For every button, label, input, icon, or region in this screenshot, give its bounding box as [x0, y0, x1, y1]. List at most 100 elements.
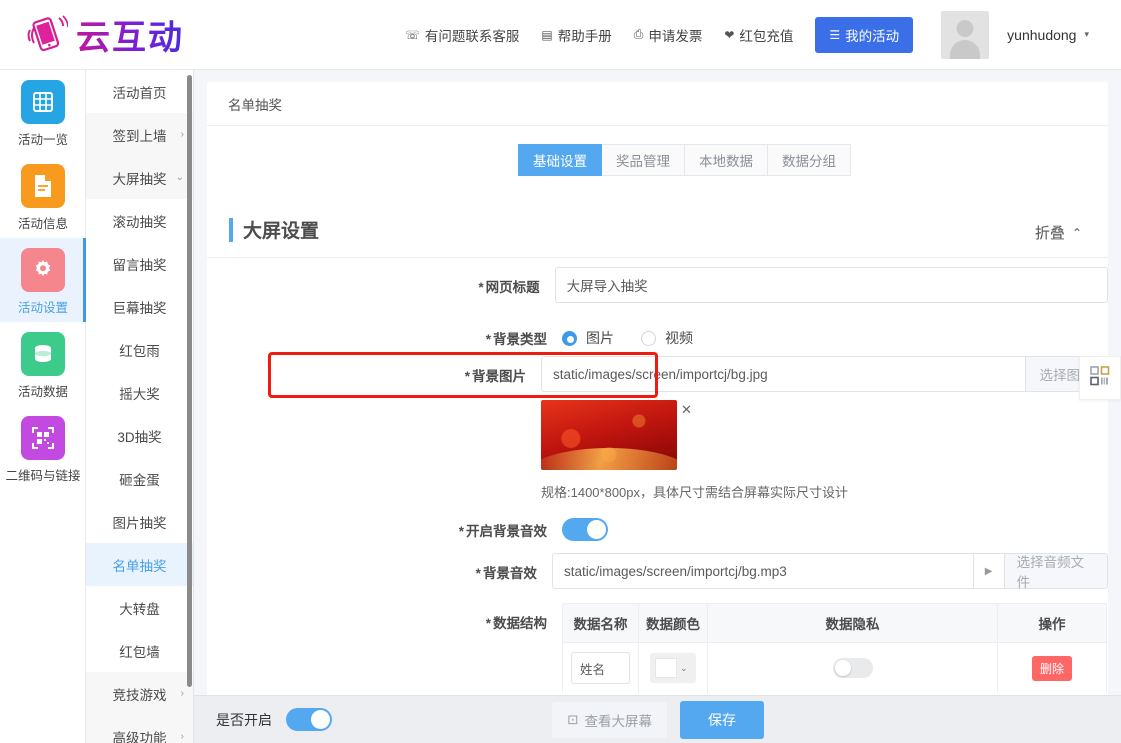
nav-redpacket-recharge[interactable]: ❤ 红包充值 — [724, 25, 793, 45]
menu-item-12[interactable]: 大转盘 — [86, 586, 193, 629]
row-color-picker[interactable]: ⌄ — [650, 653, 696, 683]
sidebar-scrollbar[interactable] — [187, 75, 192, 687]
gear-icon — [21, 248, 65, 292]
menu-item-8[interactable]: 3D抽奖 — [86, 414, 193, 457]
chevron-down-icon: ⌄ — [680, 663, 688, 674]
required-asterisk: * — [486, 616, 491, 631]
avatar[interactable] — [941, 11, 989, 59]
sidebar-item-label: 二维码与链接 — [0, 465, 86, 484]
save-button[interactable]: 保存 — [680, 701, 764, 739]
menu-item-1[interactable]: 签到上墙 › — [86, 113, 193, 156]
menu-item-label: 高级功能 — [113, 727, 167, 743]
radio-video[interactable] — [641, 331, 656, 346]
tab-bar: 基础设置 奖品管理 本地数据 数据分组 — [518, 144, 851, 176]
menu-item-2[interactable]: 大屏抽奖 ⌄ — [86, 156, 193, 199]
printer-icon: ⎙ — [634, 27, 644, 42]
menu-item-9[interactable]: 砸金蛋 — [86, 457, 193, 500]
menu-item-label: 竞技游戏 — [113, 684, 167, 704]
field-page-title: *网页标题 大屏导入抽奖 — [207, 267, 1108, 303]
chevron-right-icon: › — [181, 129, 184, 140]
menu-item-label: 摇大奖 — [119, 383, 160, 403]
book-icon: ▤ — [541, 28, 552, 42]
menu-item-5[interactable]: 巨幕抽奖 — [86, 285, 193, 328]
tab-local-data[interactable]: 本地数据 — [685, 144, 768, 176]
bg-audio-input-group: static/images/screen/importcj/bg.mp3 ▶ 选… — [552, 553, 1108, 589]
field-data-structure: *数据结构 数据名称 数据颜色 数据隐私 操作 姓名 — [207, 603, 1108, 692]
page-title-input[interactable]: 大屏导入抽奖 — [555, 267, 1108, 303]
fold-toggle[interactable]: 折叠 ⌃ — [1035, 222, 1082, 243]
section-title-label: 大屏设置 — [243, 216, 319, 243]
menu-item-7[interactable]: 摇大奖 — [86, 371, 193, 414]
sidebar-item-activity-data[interactable]: 活动数据 — [0, 322, 86, 406]
table-header-row: 数据名称 数据颜色 数据隐私 操作 — [563, 604, 1106, 642]
menu-item-3[interactable]: 滚动抽奖 — [86, 199, 193, 242]
chevron-down-icon: ⌄ — [176, 172, 184, 183]
username-label: yunhudong — [1007, 27, 1076, 43]
menu-item-label: 红包雨 — [119, 340, 160, 360]
nav-contact-support[interactable]: ☏ 有问题联系客服 — [405, 25, 520, 45]
tab-basic-settings[interactable]: 基础设置 — [518, 144, 602, 176]
label-text: 背景图片 — [472, 369, 526, 384]
field-label: *背景图片 — [207, 356, 541, 385]
sidebar-item-label: 活动设置 — [0, 297, 86, 316]
nav-help-manual[interactable]: ▤ 帮助手册 — [541, 25, 611, 45]
required-asterisk: * — [476, 566, 481, 581]
menu-item-label: 滚动抽奖 — [113, 211, 167, 231]
menu-item-4[interactable]: 留言抽奖 — [86, 242, 193, 285]
section-accent-bar — [229, 218, 233, 242]
field-label: *开启背景音效 — [207, 511, 562, 540]
qrcode-float-button[interactable] — [1079, 356, 1121, 400]
nav-label: 申请发票 — [648, 25, 702, 45]
shield-icon: ❤ — [724, 28, 734, 42]
play-icon[interactable]: ▶ — [973, 553, 1004, 589]
remove-image-icon[interactable]: ✕ — [681, 402, 692, 418]
column-header-action: 操作 — [998, 604, 1106, 642]
settings-card: 名单抽奖 基础设置 奖品管理 本地数据 数据分组 大屏设置 折叠 ⌃ *网页标题… — [207, 82, 1108, 697]
menu-item-label: 名单抽奖 — [113, 555, 167, 575]
field-label: *背景类型 — [207, 319, 562, 348]
my-activity-button[interactable]: ☰ 我的活动 — [815, 17, 913, 53]
menu-item-11[interactable]: 名单抽奖 — [86, 543, 193, 586]
sidebar-item-activity-overview[interactable]: 活动一览 — [0, 70, 86, 154]
menu-item-15[interactable]: 高级功能 › — [86, 715, 193, 743]
tab-prize-management[interactable]: 奖品管理 — [602, 144, 685, 176]
bg-image-spec-text: 规格:1400*800px，具体尺寸需结合屏幕实际尺寸设计 — [541, 482, 1108, 501]
field-bg-type: *背景类型 图片 视频 — [207, 319, 1108, 348]
logo-text: 云互动 — [76, 10, 184, 59]
view-screen-button[interactable]: ⊡ 查看大屏幕 — [552, 702, 667, 738]
chevron-right-icon: › — [181, 731, 184, 742]
bg-image-thumbnail — [541, 400, 677, 470]
enable-toggle[interactable] — [286, 708, 332, 731]
menu-item-label: 签到上墙 — [113, 125, 167, 145]
required-asterisk: * — [459, 524, 464, 539]
field-label: *背景音效 — [207, 553, 552, 582]
sidebar-item-activity-settings[interactable]: 活动设置 — [0, 238, 86, 322]
app-header: 云互动 ☏ 有问题联系客服 ▤ 帮助手册 ⎙ 申请发票 ❤ 红包充值 ☰ 我的活… — [0, 0, 1121, 70]
bg-image-input[interactable]: static/images/screen/importcj/bg.jpg — [541, 356, 1025, 392]
menu-item-0[interactable]: 活动首页 — [86, 70, 193, 113]
row-privacy-toggle[interactable] — [833, 658, 873, 678]
view-screen-label: 查看大屏幕 — [585, 710, 653, 730]
menu-item-10[interactable]: 图片抽奖 — [86, 500, 193, 543]
menu-item-label: 活动首页 — [113, 82, 167, 102]
menu-item-label: 砸金蛋 — [119, 469, 160, 489]
chevron-down-icon[interactable]: ▾ — [1084, 29, 1089, 40]
logo[interactable]: 云互动 — [22, 10, 184, 59]
menu-item-13[interactable]: 红包墙 — [86, 629, 193, 672]
fold-label: 折叠 — [1035, 222, 1065, 243]
row-name-input[interactable]: 姓名 — [571, 652, 630, 684]
menu-item-14[interactable]: 竞技游戏› — [86, 672, 193, 715]
bg-audio-input[interactable]: static/images/screen/importcj/bg.mp3 — [552, 553, 973, 589]
bg-audio-enable-toggle[interactable] — [562, 518, 608, 541]
bg-image-control: static/images/screen/importcj/bg.jpg 选择图… — [541, 356, 1108, 501]
row-delete-button[interactable]: 删除 — [1032, 656, 1072, 681]
menu-item-label: 大屏抽奖 — [113, 168, 167, 188]
radio-image[interactable] — [562, 331, 577, 346]
menu-item-6[interactable]: 红包雨 — [86, 328, 193, 371]
sidebar-item-qrcode-link[interactable]: 二维码与链接 — [0, 406, 86, 490]
field-bg-image: *背景图片 static/images/screen/importcj/bg.j… — [207, 356, 1108, 501]
nav-request-invoice[interactable]: ⎙ 申请发票 — [634, 25, 703, 45]
sidebar-item-activity-info[interactable]: 活动信息 — [0, 154, 86, 238]
tab-data-grouping[interactable]: 数据分组 — [768, 144, 851, 176]
select-audio-button[interactable]: 选择音频文件 — [1004, 553, 1108, 589]
